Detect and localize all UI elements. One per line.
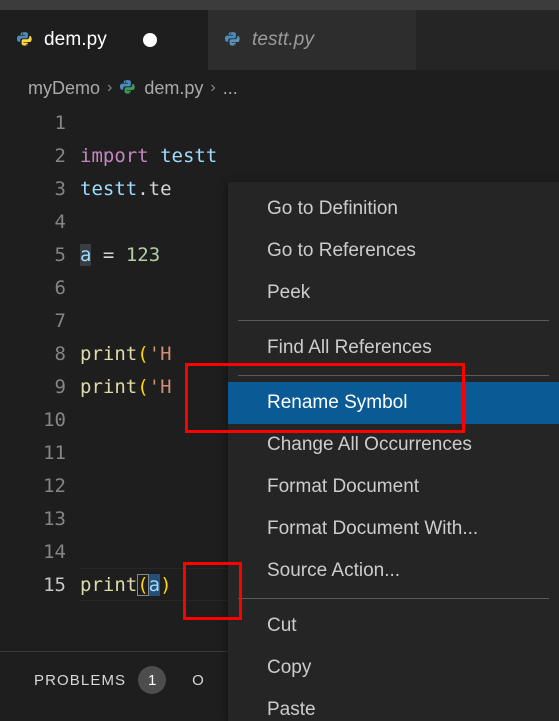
code-line-text: a = 123 — [80, 243, 161, 266]
panel-tab-label: PROBLEMS — [34, 671, 127, 689]
menu-item-label: Paste — [267, 699, 316, 720]
line-number: 9 — [54, 375, 66, 398]
line-number: 15 — [43, 573, 66, 596]
menu-separator — [238, 598, 549, 599]
code-token: testt — [80, 177, 138, 200]
line-number: 13 — [43, 507, 66, 530]
breadcrumb-item-folder[interactable]: myDemo — [28, 78, 100, 99]
code-token: print — [80, 573, 138, 596]
code-line-text: import testt — [80, 145, 217, 167]
code-line[interactable]: 2 import testt — [0, 139, 559, 172]
tab-dem-py[interactable]: dem.py — [0, 10, 208, 70]
breadcrumb: myDemo › dem.py › ... — [0, 70, 559, 106]
panel-tab-problems[interactable]: PROBLEMS 1 — [34, 666, 167, 694]
editor-context-menu[interactable]: Go to Definition Go to References Peek Find… — [228, 182, 559, 721]
code-line-text: print('H — [80, 343, 172, 365]
code-token: . — [137, 177, 149, 200]
menu-item-label: Change All Occurrences — [267, 434, 472, 455]
line-number: 4 — [54, 210, 66, 233]
panel-tab-label: O — [192, 671, 205, 689]
menu-item-label: Rename Symbol — [267, 392, 408, 413]
menu-item-label: Peek — [267, 282, 311, 303]
editor-tab-bar: dem.py testt.py — [0, 10, 559, 70]
menu-item-format-document-with[interactable]: Format Document With... — [228, 508, 559, 550]
menu-item-label: Format Document With... — [267, 518, 479, 539]
line-number: 10 — [43, 408, 66, 431]
code-token: ( — [137, 342, 149, 365]
chevron-right-icon: › — [107, 79, 113, 96]
tab-testt-py[interactable]: testt.py — [208, 10, 416, 70]
chevron-right-icon: › — [210, 79, 216, 96]
panel-tab-output[interactable]: O — [192, 672, 205, 689]
python-file-icon — [224, 31, 242, 49]
menu-item-cut[interactable]: Cut — [228, 605, 559, 647]
menu-item-label: Cut — [267, 615, 297, 636]
line-number: 7 — [54, 309, 66, 332]
code-line-text: print(a) — [80, 573, 172, 596]
menu-item-label: Copy — [267, 657, 312, 678]
code-token: te — [148, 177, 172, 200]
menu-item-change-all-occurrences[interactable]: Change All Occurrences — [228, 424, 559, 466]
menu-item-source-action[interactable]: Source Action... — [228, 550, 559, 592]
line-number: 11 — [43, 441, 66, 464]
tab-label: testt.py — [252, 29, 315, 50]
code-token: print — [80, 342, 138, 365]
menu-item-format-document[interactable]: Format Document — [228, 466, 559, 508]
code-token: ' — [148, 375, 161, 398]
breadcrumb-item-overflow[interactable]: ... — [223, 78, 238, 99]
code-token: testt — [160, 144, 218, 167]
line-number: 1 — [54, 111, 66, 134]
menu-item-label: Find All References — [267, 337, 432, 358]
code-token: = — [102, 243, 115, 266]
code-line-text: print('H — [80, 376, 172, 398]
code-token: import — [80, 144, 149, 167]
code-token: 123 — [125, 243, 161, 266]
menu-item-label: Source Action... — [267, 560, 401, 581]
python-file-icon — [119, 79, 137, 97]
line-number: 6 — [54, 276, 66, 299]
code-token: ( — [137, 375, 149, 398]
tab-label: dem.py — [44, 29, 107, 50]
line-number: 12 — [43, 474, 66, 497]
vscode-window: dem.py testt.py myDemo › dem.py › ... 1 … — [0, 0, 559, 721]
breadcrumb-item-file[interactable]: dem.py — [144, 78, 203, 99]
line-number: 2 — [54, 144, 66, 167]
menu-item-peek[interactable]: Peek — [228, 272, 559, 314]
code-token: H — [160, 342, 172, 365]
code-line[interactable]: 1 — [0, 106, 559, 139]
menu-item-label: Go to References — [267, 240, 416, 261]
code-line-text: testt.te — [80, 178, 172, 200]
menu-item-copy[interactable]: Copy — [228, 647, 559, 689]
code-token: H — [160, 375, 172, 398]
line-number: 14 — [43, 540, 66, 563]
code-token: ' — [148, 342, 161, 365]
menu-separator — [238, 320, 549, 321]
unsaved-indicator-dot[interactable] — [142, 33, 157, 47]
line-number: 3 — [54, 177, 66, 200]
code-token: a — [148, 573, 161, 596]
code-token: print — [80, 375, 138, 398]
menu-item-label: Format Document — [267, 476, 420, 497]
code-token: ( — [137, 573, 149, 596]
title-bar — [0, 0, 559, 10]
tab-bar-empty-space — [416, 10, 559, 70]
code-token: a — [80, 243, 92, 266]
menu-item-paste[interactable]: Paste — [228, 689, 559, 721]
menu-item-find-all-references[interactable]: Find All References — [228, 327, 559, 369]
menu-separator — [238, 375, 549, 376]
problems-count-badge: 1 — [138, 666, 167, 694]
menu-item-label: Go to Definition — [267, 198, 398, 219]
menu-item-go-to-definition[interactable]: Go to Definition — [228, 188, 559, 230]
menu-item-rename-symbol[interactable]: Rename Symbol — [228, 382, 559, 424]
python-file-icon — [16, 31, 34, 49]
line-number: 5 — [54, 243, 66, 266]
code-token: ) — [160, 573, 172, 596]
menu-item-go-to-references[interactable]: Go to References — [228, 230, 559, 272]
line-number: 8 — [54, 342, 66, 365]
